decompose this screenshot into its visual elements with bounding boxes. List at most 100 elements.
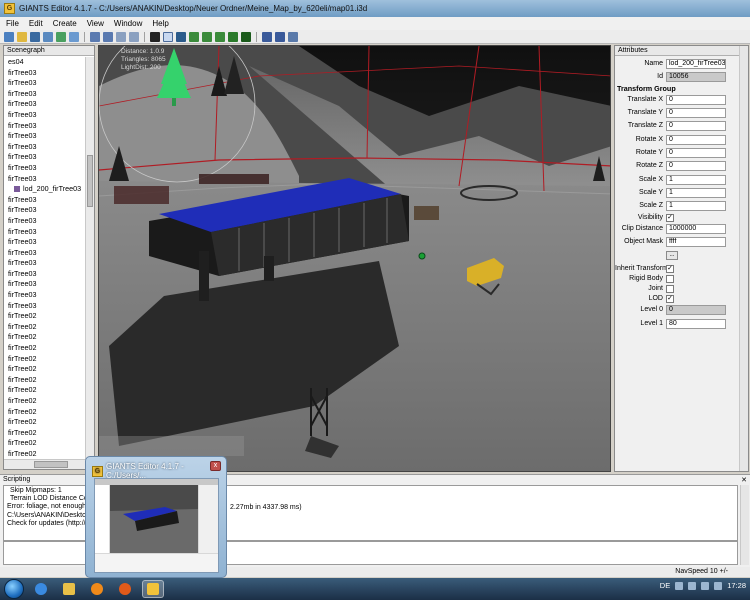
script-scrollbar[interactable] [740,485,749,565]
scenegraph-item[interactable]: firTree02 [4,449,85,459]
scenegraph-item[interactable]: firTree03 [4,195,85,206]
scenegraph-item[interactable]: lod_200_firTree03 [4,184,85,195]
scenegraph-item[interactable]: firTree02 [4,311,85,322]
name-field[interactable]: lod_200_firTree03 [666,58,726,69]
menu-view[interactable]: View [87,19,104,28]
rotate-z-field[interactable]: 0 [666,160,726,171]
scenegraph-item[interactable]: firTree02 [4,417,85,428]
scenegraph-item[interactable]: firTree03 [4,78,85,89]
level-1-field[interactable]: 80 [666,318,726,329]
scenegraph-horizontal-scrollbar[interactable] [4,459,94,469]
start-button[interactable] [4,579,24,599]
scenegraph-item[interactable]: firTree03 [4,142,85,153]
scenegraph-item[interactable]: firTree02 [4,343,85,354]
translate-y-field[interactable]: 0 [666,107,726,118]
visibility-checkbox[interactable]: ✓ [666,213,674,222]
language-indicator[interactable]: DE [660,581,670,590]
thumbnail-close-button[interactable]: x [210,461,221,471]
scenegraph-item[interactable]: firTree03 [4,152,85,163]
scenegraph-item[interactable]: firTree02 [4,396,85,407]
play-icon[interactable] [150,31,160,42]
taskbar-internet-explorer[interactable] [30,580,52,598]
scenegraph-item[interactable]: firTree03 [4,258,85,269]
scenegraph-item[interactable]: firTree03 [4,99,85,110]
scenegraph-item[interactable]: firTree03 [4,290,85,301]
export-icon[interactable] [69,31,79,42]
translate-z-field[interactable]: 0 [666,120,726,131]
cut-icon[interactable] [116,31,126,42]
scenegraph-item[interactable]: firTree03 [4,110,85,121]
scenegraph-item[interactable]: firTree02 [4,385,85,396]
camera-icon[interactable] [262,31,272,42]
scenegraph-item[interactable]: firTree02 [4,354,85,365]
foliage-paint-icon[interactable] [215,31,225,42]
scenegraph-item[interactable]: firTree03 [4,248,85,259]
scenegraph-item[interactable]: firTree02 [4,332,85,343]
shader-icon[interactable] [288,31,298,42]
taskbar-explorer[interactable] [58,580,80,598]
save-all-icon[interactable] [43,31,53,42]
scenegraph-item[interactable]: firTree03 [4,279,85,290]
scenegraph-item[interactable]: firTree03 [4,89,85,100]
inherit-transform-checkbox[interactable]: ✓ [666,264,674,273]
rigid-body-checkbox[interactable] [666,274,674,283]
move-mode-icon[interactable] [176,31,186,42]
close-icon[interactable]: ✕ [741,476,747,484]
volume-icon[interactable] [701,581,710,590]
scenegraph-item[interactable]: firTree02 [4,407,85,418]
translate-x-field[interactable]: 0 [666,94,726,105]
scenegraph-item[interactable]: firTree03 [4,131,85,142]
save-icon[interactable] [30,31,40,42]
network-icon[interactable] [688,581,697,590]
object-mask-field[interactable]: ffff [666,236,726,247]
redo-icon[interactable] [103,31,113,42]
select-mode-icon[interactable] [163,31,173,42]
tray-show-hidden-icon[interactable] [675,581,684,590]
copy-icon[interactable] [129,31,139,42]
scale-x-field[interactable]: 1 [666,174,726,185]
import-icon[interactable] [56,31,66,42]
scenegraph-item[interactable]: firTree03 [4,163,85,174]
menu-create[interactable]: Create [53,19,77,28]
scenegraph-item[interactable]: firTree03 [4,301,85,312]
scenegraph-item[interactable]: firTree03 [4,237,85,248]
lod-checkbox[interactable]: ✓ [666,294,674,303]
menu-edit[interactable]: Edit [29,19,43,28]
scenegraph-item[interactable]: firTree03 [4,269,85,280]
taskbar-giants-editor[interactable] [142,580,164,598]
open-folder-icon[interactable] [17,31,27,42]
scenegraph-item[interactable]: firTree03 [4,121,85,132]
scenegraph-item[interactable]: firTree03 [4,174,85,185]
taskbar-firefox[interactable] [114,580,136,598]
rotate-y-field[interactable]: 0 [666,147,726,158]
scale-y-field[interactable]: 1 [666,187,726,198]
scenegraph-item[interactable]: firTree03 [4,227,85,238]
taskbar-thumbnail-preview[interactable]: G GIANTS Editor 4.1.7 - C:/Users/... x [85,456,227,578]
scale-z-field[interactable]: 1 [666,200,726,211]
joint-checkbox[interactable] [666,284,674,293]
tree-paint-icon[interactable] [228,31,238,42]
scenegraph-item[interactable]: es04 [4,57,85,68]
scrollbar-thumb[interactable] [87,155,93,207]
scenegraph-item[interactable]: firTree02 [4,364,85,375]
menu-file[interactable]: File [6,19,19,28]
flag-icon[interactable] [714,581,723,590]
scenegraph-item[interactable]: firTree03 [4,68,85,79]
object-mask-more-button[interactable]: ... [666,251,678,260]
scenegraph-item[interactable]: firTree02 [4,322,85,333]
taskbar-media-player[interactable] [86,580,108,598]
scenegraph-item[interactable]: firTree02 [4,375,85,386]
terrain-paint-icon[interactable] [202,31,212,42]
scenegraph-item[interactable]: firTree02 [4,428,85,439]
light-icon[interactable] [275,31,285,42]
grass-paint-icon[interactable] [241,31,251,42]
undo-icon[interactable] [90,31,100,42]
terrain-sculpt-icon[interactable] [189,31,199,42]
scenegraph-vertical-scrollbar[interactable] [85,57,94,459]
scenegraph-item[interactable]: firTree03 [4,205,85,216]
scenegraph-item[interactable]: firTree02 [4,438,85,449]
menu-window[interactable]: Window [114,19,142,28]
clock[interactable]: 17:28 [727,581,746,590]
3d-viewport[interactable]: Distance: 1.0.9 Triangles: 8065 LightDis… [98,45,611,472]
attributes-scrollbar[interactable] [739,46,748,471]
